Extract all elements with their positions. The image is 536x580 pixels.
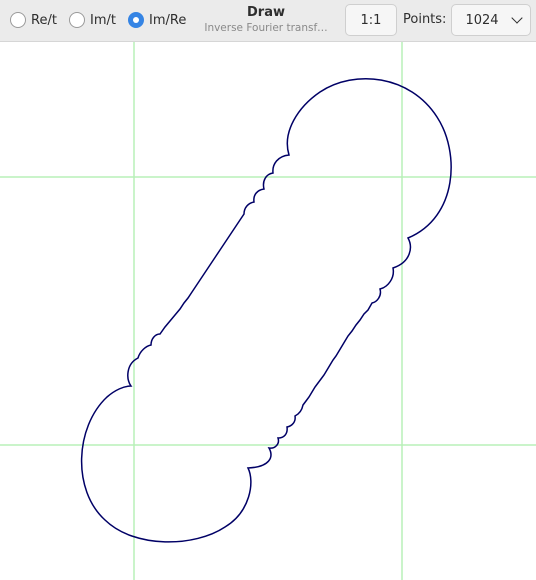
aspect-ratio-button[interactable]: 1:1 <box>345 4 397 36</box>
mode-label-im-t: Im/t <box>90 12 116 28</box>
header-bar: Re/t Im/t Im/Re Draw Inverse Fourier tra… <box>0 0 536 42</box>
radio-unchecked-icon <box>10 12 26 28</box>
mode-label-re-t: Re/t <box>31 12 57 28</box>
window-title: Draw <box>247 5 285 20</box>
points-dropdown[interactable]: 1024 <box>451 4 531 36</box>
app-window: Re/t Im/t Im/Re Draw Inverse Fourier tra… <box>0 0 536 580</box>
plot-canvas[interactable] <box>0 42 536 580</box>
im-re-curve <box>80 77 452 543</box>
aspect-ratio-label: 1:1 <box>360 12 382 28</box>
grid-lines <box>0 42 536 580</box>
mode-radio-im-t[interactable]: Im/t <box>69 10 116 30</box>
radio-checked-icon <box>128 12 144 28</box>
plot-svg <box>0 42 536 580</box>
mode-label-im-re: Im/Re <box>149 12 187 28</box>
mode-radio-re-t[interactable]: Re/t <box>10 10 57 30</box>
window-subtitle: Inverse Fourier transf… <box>204 22 328 34</box>
radio-unchecked-icon <box>69 12 85 28</box>
mode-radio-im-re[interactable]: Im/Re <box>128 10 186 30</box>
points-label: Points: <box>403 12 447 27</box>
title-block: Draw Inverse Fourier transf… <box>196 5 336 35</box>
points-value: 1024 <box>465 12 499 28</box>
chevron-down-icon <box>510 12 523 24</box>
